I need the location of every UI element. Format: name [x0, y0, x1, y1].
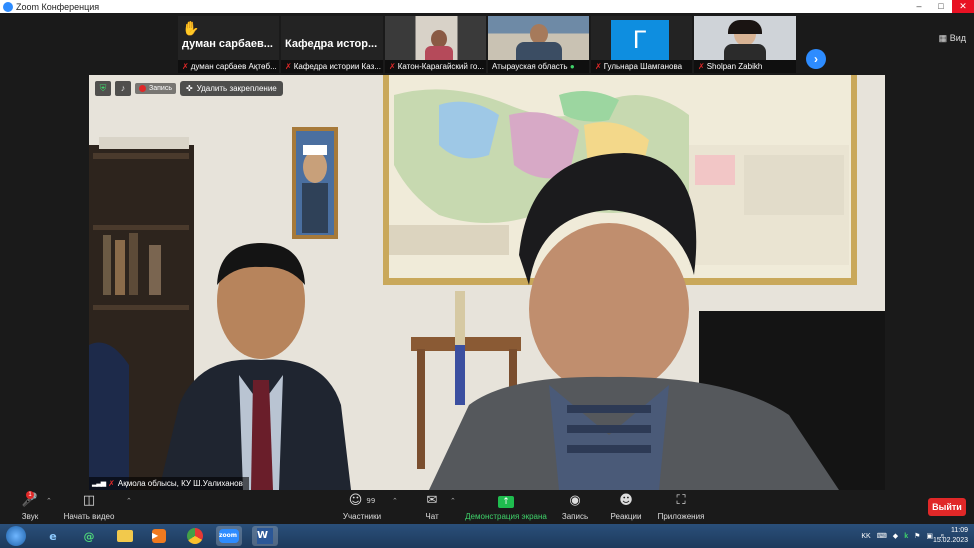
main-video: ⛨ ♪ Запись ✜ Удалить закрепление ▂▃▅ ✗ А… [89, 75, 885, 490]
record-icon: ◉ [569, 493, 581, 508]
participant-video [694, 16, 796, 60]
video-options-chevron-icon[interactable]: ⌃ [126, 497, 132, 505]
participant-video [488, 16, 589, 60]
zoom-window: Zoom Конференция – □ ✕ ✋ думан сарбаев..… [0, 0, 974, 548]
chat-button[interactable]: ✉ Чат [420, 493, 444, 521]
participants-button[interactable]: ☺ 99 Участники [342, 493, 382, 521]
participants-chevron-icon[interactable]: ⌃ [392, 497, 398, 505]
chat-chevron-icon[interactable]: ⌃ [450, 497, 456, 505]
meeting-toolbar: 🎤 1 Звук ⌃ ◫ Начать видео ⌃ ☺ 99 Участни… [0, 490, 974, 524]
muted-mic-icon: ✗ [389, 62, 396, 71]
next-page-icon[interactable]: › [806, 49, 826, 69]
window-title: Zoom Конференция [16, 1, 100, 12]
keyboard-icon[interactable]: ⌨ [877, 532, 887, 540]
participant-caption: ✗ Sholpan Zabikh [694, 60, 796, 73]
notification-badge: 1 [26, 491, 34, 499]
participant-caption: Атырауская область ● [488, 60, 589, 73]
record-dot-icon [139, 85, 146, 92]
network-icon[interactable]: ◆ [893, 532, 898, 540]
participants-icon: ☺ [348, 493, 363, 508]
apps-button[interactable]: ⛶ Приложения [656, 493, 706, 521]
internet-explorer-icon[interactable]: e [40, 526, 66, 546]
connection-dot-icon: ● [569, 62, 575, 71]
video-off-icon: ◫ [82, 493, 96, 508]
maximize-button[interactable]: □ [930, 0, 952, 13]
audio-button[interactable]: 🎤 1 Звук [18, 491, 42, 521]
pin-icon: ✜ [185, 84, 193, 93]
mic-status-icon[interactable]: ♪ [115, 81, 131, 96]
leave-button[interactable]: Выйти [928, 498, 966, 516]
participant-tile[interactable]: ✋ думан сарбаев... ✗ думан сарбаев Ақтөб.… [178, 16, 279, 73]
participant-display-name: Кафедра истор... [285, 38, 378, 50]
email-icon[interactable]: @ [76, 526, 102, 546]
view-button[interactable]: ▦ Вид [939, 33, 966, 44]
chat-icon: ✉ [426, 493, 438, 508]
avatar-letter: Г [611, 20, 669, 60]
shield-icon[interactable]: ⛨ [95, 81, 111, 96]
muted-mic-icon: ✗ [108, 479, 115, 488]
apps-icon: ⛶ [676, 493, 686, 508]
grid-icon: ▦ [938, 33, 948, 43]
participant-video [385, 16, 486, 60]
start-button[interactable] [6, 526, 26, 546]
speaker-name-label: ▂▃▅ ✗ Ақмола облысы, КУ Ш.Уалиханов [89, 477, 249, 490]
participant-caption: ✗ Гульнара Шамганова [591, 60, 692, 73]
close-window-button[interactable]: ✕ [952, 0, 974, 13]
participant-caption: ✗ Катон-Карагайский го... [385, 60, 486, 73]
start-video-button[interactable]: ◫ Начать видео [62, 493, 116, 521]
signal-strength-icon: ▂▃▅ [92, 480, 106, 487]
unpin-button[interactable]: ✜ Удалить закрепление [179, 81, 283, 96]
title-bar: Zoom Конференция – □ ✕ [0, 0, 974, 13]
clock[interactable]: 11:09 15.02.2023 [933, 526, 968, 546]
participants-count: 99 [366, 497, 376, 505]
audio-options-chevron-icon[interactable]: ⌃ [46, 497, 52, 505]
participant-tile[interactable]: Г ✗ Гульнара Шамганова [591, 16, 692, 73]
muted-mic-icon: ✗ [698, 62, 705, 71]
speaker-video-frame [89, 75, 885, 490]
recording-indicator: Запись [135, 83, 176, 94]
folder-icon[interactable] [112, 526, 138, 546]
muted-mic-icon: ✗ [285, 62, 292, 71]
media-player-icon[interactable]: ▶ [146, 526, 172, 546]
windows-taskbar: e @ ▶ zoom W KK ⌨ ◆ k ⚑ ▣ ♬ 11:09 15.02.… [0, 524, 974, 548]
raised-hand-icon: ✋ [182, 20, 200, 36]
zoom-taskbar-icon[interactable]: zoom [216, 526, 242, 546]
minimize-button[interactable]: – [908, 0, 930, 13]
language-indicator[interactable]: KK [861, 533, 870, 540]
muted-mic-icon: ✗ [595, 62, 602, 71]
participant-caption: ✗ думан сарбаев Ақтөб... [178, 60, 279, 73]
video-status-badges: ⛨ ♪ Запись ✜ Удалить закрепление [95, 81, 283, 96]
participant-tile[interactable]: ✗ Sholpan Zabikh [694, 16, 796, 73]
participant-display-name: думан сарбаев... [182, 38, 273, 50]
share-screen-button[interactable]: ↑ Демонстрация экрана [464, 493, 548, 521]
zoom-app-icon [3, 1, 13, 12]
word-icon[interactable]: W [252, 526, 278, 546]
window-controls: – □ ✕ [908, 0, 974, 13]
clock-date: 15.02.2023 [932, 537, 968, 544]
participant-strip: ✋ думан сарбаев... ✗ думан сарбаев Ақтөб.… [0, 13, 974, 75]
participant-tile[interactable]: ✗ Катон-Карагайский го... [385, 16, 486, 73]
reactions-button[interactable]: ☻ Реакции [608, 493, 644, 521]
chrome-icon[interactable] [182, 526, 208, 546]
share-screen-icon: ↑ [498, 496, 514, 508]
clock-time: 11:09 [951, 527, 968, 534]
kaspersky-icon[interactable]: k [904, 533, 908, 540]
smiley-icon: ☻ [619, 493, 633, 508]
participant-tile[interactable]: Кафедра истор... ✗ Кафедра истории Каз... [281, 16, 383, 73]
muted-mic-icon: ✗ [182, 62, 189, 71]
flag-icon[interactable]: ⚑ [914, 532, 920, 540]
participant-tile[interactable]: Атырауская область ● [488, 16, 589, 73]
record-button[interactable]: ◉ Запись [560, 493, 590, 521]
participant-caption: ✗ Кафедра истории Каз... [281, 60, 383, 73]
